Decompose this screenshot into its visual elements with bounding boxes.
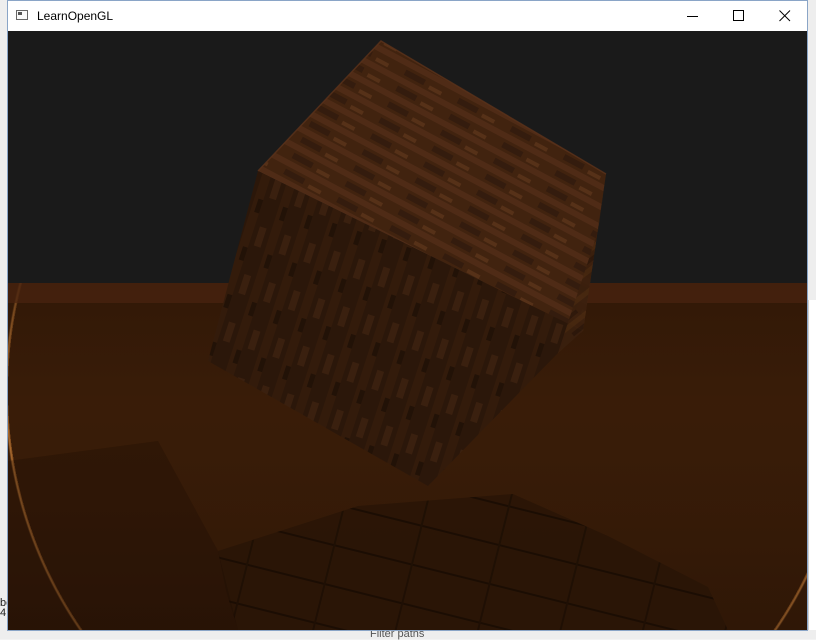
app-window-icon[interactable] — [16, 10, 28, 20]
close-icon — [779, 10, 791, 22]
close-button[interactable] — [761, 1, 807, 31]
learnopengl-window[interactable]: LearnOpenGL — [7, 0, 808, 631]
maximize-icon — [733, 10, 744, 21]
window-title: LearnOpenGL — [37, 9, 114, 23]
opengl-render-viewport[interactable] — [8, 31, 807, 630]
maximize-button[interactable] — [715, 1, 761, 31]
minimize-icon — [687, 16, 698, 17]
rendered-scene — [8, 31, 807, 630]
background-window-edge — [808, 300, 816, 630]
title-bar[interactable]: LearnOpenGL — [8, 1, 807, 31]
minimize-button[interactable] — [669, 1, 715, 31]
